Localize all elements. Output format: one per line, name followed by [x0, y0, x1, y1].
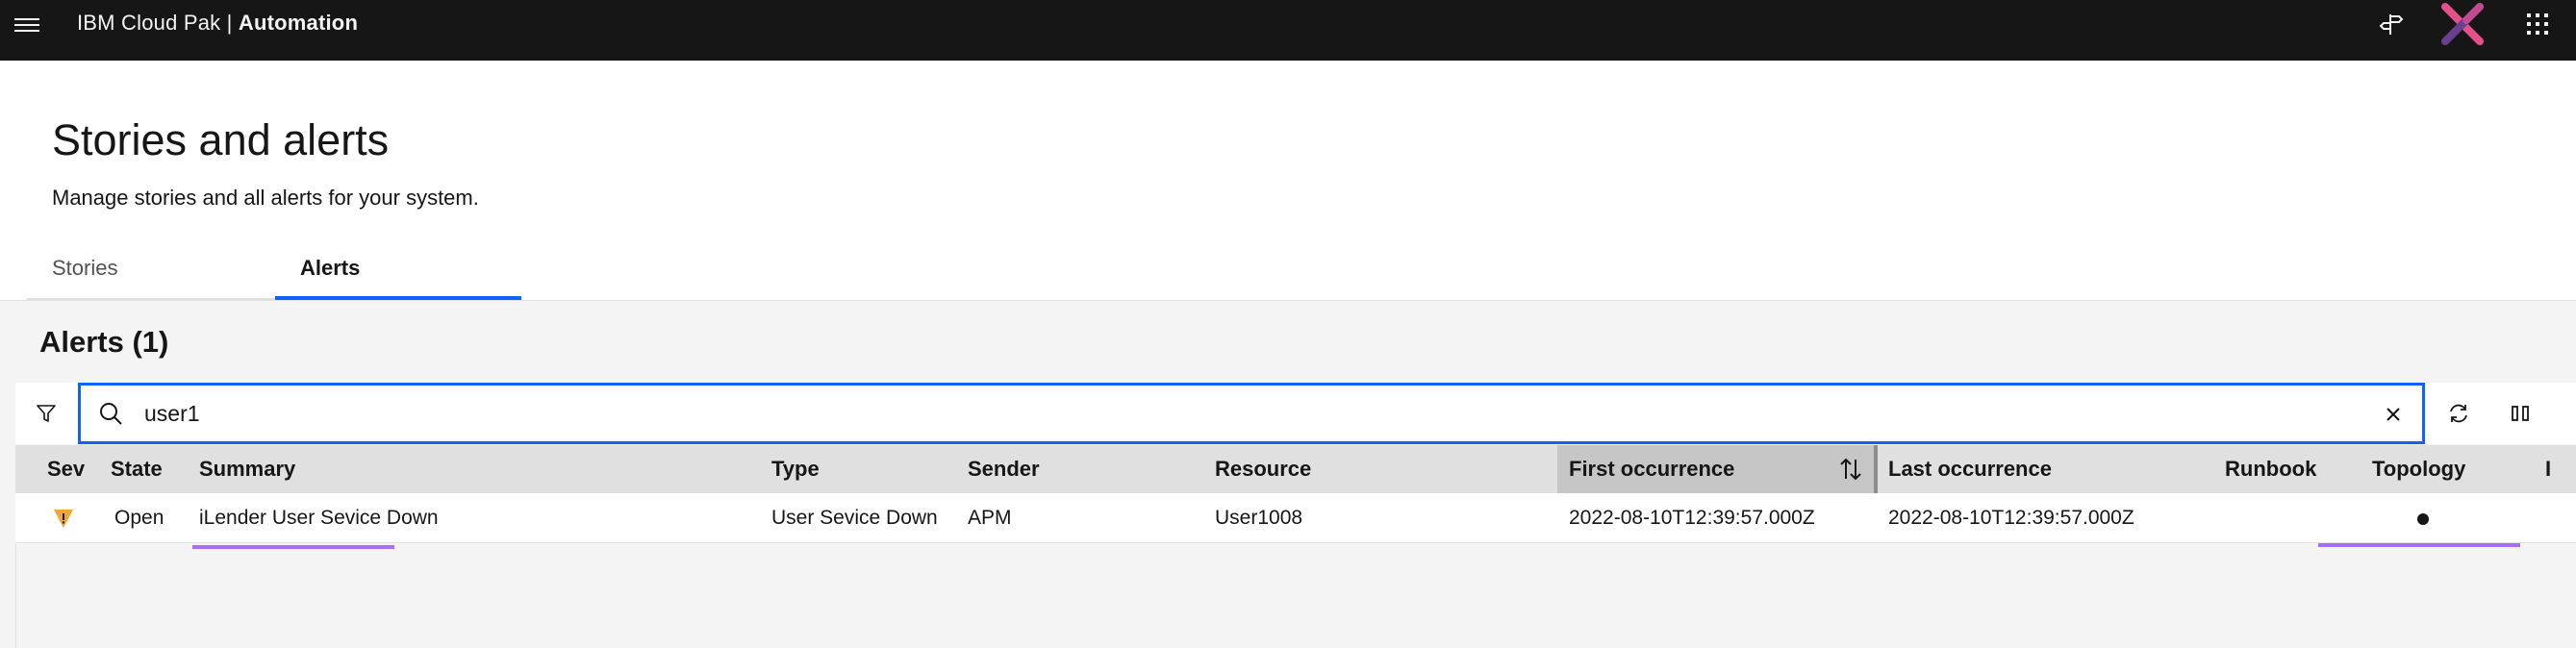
column-header-first-occurrence[interactable]: First occurrence: [1557, 445, 1874, 493]
column-header-sev[interactable]: Sev: [47, 445, 85, 493]
column-header-summary[interactable]: Summary: [199, 445, 295, 493]
topology-highlight-underline: [2318, 543, 2520, 547]
warning-icon: [54, 510, 73, 528]
cell-sender: APM: [968, 507, 1012, 529]
column-header-truncated[interactable]: I: [2545, 445, 2551, 493]
topology-indicator-icon[interactable]: [2417, 513, 2429, 525]
search-field[interactable]: [78, 383, 2425, 444]
brand-name[interactable]: IBM Cloud Pak | Automation: [77, 10, 358, 37]
sort-arrows-icon[interactable]: [1837, 456, 1864, 483]
summary-highlight-underline: [192, 545, 394, 549]
column-header-state[interactable]: State: [111, 445, 163, 493]
page-description: Manage stories and all alerts for your s…: [52, 186, 479, 210]
cell-type: User Sevice Down: [771, 507, 938, 529]
alerts-toolbar: [15, 383, 2576, 444]
column-header-topology[interactable]: Topology: [2372, 445, 2465, 493]
cell-first-occurrence: 2022-08-10T12:39:57.000Z: [1569, 507, 1815, 529]
refresh-icon[interactable]: [2428, 383, 2489, 444]
app-switcher-icon[interactable]: [2509, 0, 2566, 48]
table-empty-area: [15, 544, 2576, 648]
top-header: IBM Cloud Pak | Automation: [0, 0, 2576, 61]
alerts-table: Sev State Summary Type Sender Resource F…: [15, 445, 2576, 543]
table-row[interactable]: Open iLender User Sevice Down User Sevic…: [15, 493, 2576, 543]
column-header-first-occurrence-label: First occurrence: [1569, 457, 1735, 481]
column-header-sender[interactable]: Sender: [968, 445, 1040, 493]
brand-product: Automation: [238, 11, 359, 35]
avatar-icon[interactable]: [2434, 0, 2491, 48]
tab-alerts[interactable]: Alerts: [275, 253, 521, 300]
column-header-type[interactable]: Type: [771, 445, 820, 493]
close-icon[interactable]: [2380, 401, 2407, 428]
columns-icon[interactable]: [2489, 383, 2551, 444]
filter-icon[interactable]: [15, 383, 77, 444]
page-header: Stories and alerts Manage stories and al…: [0, 61, 2576, 301]
search-icon: [96, 399, 125, 428]
table-header: Sev State Summary Type Sender Resource F…: [15, 445, 2576, 493]
signpost-icon[interactable]: [2362, 0, 2420, 48]
brand-prefix: IBM Cloud Pak |: [77, 11, 233, 35]
cell-state: Open: [114, 507, 164, 529]
column-header-resource[interactable]: Resource: [1215, 445, 1311, 493]
cell-resource: User1008: [1215, 507, 1303, 529]
alerts-count-title: Alerts (1): [39, 325, 169, 359]
page-title: Stories and alerts: [52, 115, 390, 164]
tab-stories[interactable]: Stories: [27, 253, 275, 300]
menu-icon[interactable]: [10, 8, 44, 42]
cell-last-occurrence: 2022-08-10T12:39:57.000Z: [1888, 507, 2134, 529]
column-resize-handle[interactable]: [1874, 445, 1878, 493]
column-header-last-occurrence[interactable]: Last occurrence: [1888, 445, 2052, 493]
search-input[interactable]: [140, 386, 2353, 441]
column-header-runbook[interactable]: Runbook: [2225, 445, 2316, 493]
cell-summary[interactable]: iLender User Sevice Down: [199, 493, 439, 542]
